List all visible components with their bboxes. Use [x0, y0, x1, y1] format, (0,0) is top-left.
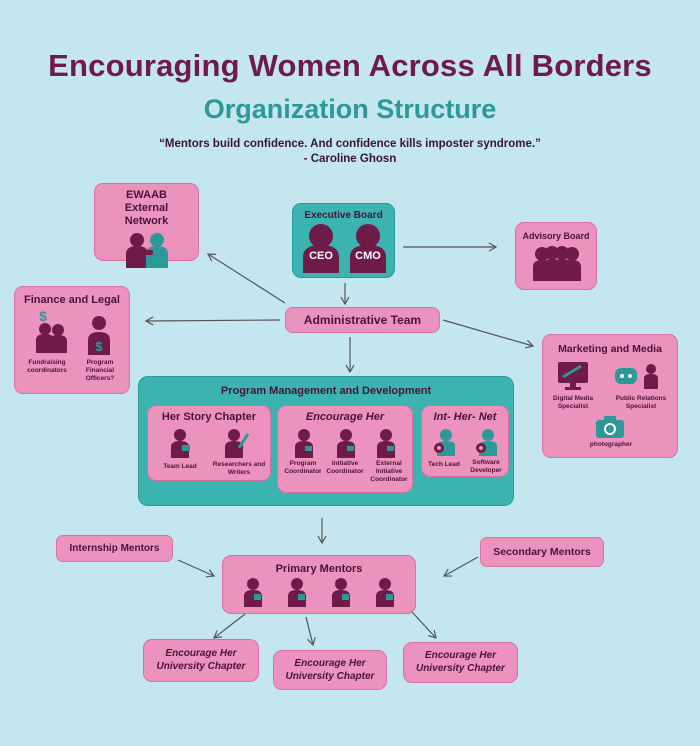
encourage-her-box: Encourage Her Program Coordinator Initia…	[277, 405, 413, 493]
initiative-coordinator-icon	[337, 429, 355, 458]
finance-legal-box: Finance and Legal $ $ Fundraising coordi…	[14, 286, 130, 394]
tech-lead-label: Tech Lead	[428, 461, 460, 468]
software-developer-label: Software Developer	[470, 459, 502, 474]
team-lead-label: Team Lead	[163, 463, 197, 470]
arrow-secondary-primary	[442, 556, 479, 577]
administrative-team-label: Administrative Team	[303, 313, 422, 327]
chapter-box-1: Encourage Her University Chapter	[143, 639, 259, 682]
external-coordinator-icon	[377, 429, 395, 458]
chapter-box-2: Encourage Her University Chapter	[273, 650, 387, 690]
external-initiative-label: External Initiative Coordinator	[370, 460, 408, 483]
researchers-label: Researchers and Writers	[212, 461, 266, 476]
arrow-admin-network	[206, 253, 286, 304]
her-story-label: Her Story Chapter	[161, 411, 257, 423]
her-story-box: Her Story Chapter Team Lead Researchers …	[147, 405, 271, 481]
initiative-coordinator-label: Initiative Coordinator	[326, 460, 364, 475]
primary-mentors-box: Primary Mentors	[222, 555, 416, 614]
chapter-text-2: Encourage Her University Chapter	[285, 658, 375, 682]
digital-media-icon	[558, 362, 588, 390]
team-lead-icon	[171, 429, 190, 458]
advisory-board-box: Advisory Board	[515, 222, 597, 290]
financial-officer-icon: $	[88, 316, 110, 355]
arrow-internship-primary	[177, 559, 216, 578]
secondary-mentors-label: Secondary Mentors	[493, 546, 591, 558]
program-management-box: Program Management and Development Her S…	[138, 376, 514, 506]
cmo-person-icon	[350, 224, 386, 273]
camera-icon	[596, 416, 624, 438]
tech-lead-icon	[434, 429, 455, 456]
arrow-primary-chapter2	[305, 616, 316, 647]
internship-mentors-label: Internship Mentors	[69, 543, 160, 554]
program-coordinator-label: Program Coordinator	[284, 460, 322, 475]
administrative-team-box: Administrative Team	[285, 307, 440, 333]
arrow-admin-marketing	[442, 319, 535, 349]
software-developer-icon	[476, 429, 497, 456]
public-relations-label: Public Relations Specialist	[615, 395, 667, 410]
chapter-label-2: Encourage Her University Chapter	[274, 657, 386, 683]
mentor-icon	[376, 578, 394, 607]
executive-board-box: Executive Board CEO CMO	[292, 203, 395, 278]
marketing-media-label: Marketing and Media	[558, 343, 662, 355]
arrow-primary-chapter3	[411, 611, 437, 639]
ceo-person-icon	[303, 224, 339, 273]
int-her-net-label: Int- Her- Net	[433, 411, 497, 423]
external-network-box: EWAAB External Network	[94, 183, 199, 268]
digital-media-label: Digital Media Specialist	[552, 395, 594, 410]
ceo-label: CEO	[309, 250, 333, 262]
mentor-figures	[223, 577, 415, 607]
network-people-icon	[126, 233, 168, 268]
program-coordinator-icon	[295, 429, 313, 458]
chapter-label-3: Encourage Her University Chapter	[404, 649, 517, 675]
program-management-label: Program Management and Development	[220, 385, 432, 397]
executive-board-label: Executive Board	[304, 210, 383, 221]
svg-text:$: $	[95, 339, 103, 354]
board-members-icon	[533, 246, 581, 281]
int-her-net-box: Int- Her- Net Tech Lead Software Develop…	[421, 405, 509, 477]
external-network-label: EWAAB External Network	[124, 189, 169, 227]
chapter-text-1: Encourage Her University Chapter	[156, 648, 246, 672]
arrow-primary-chapter1	[213, 613, 246, 639]
cmo-label: CMO	[355, 250, 381, 262]
svg-text:$: $	[39, 309, 47, 324]
arrow-admin-finance	[144, 316, 281, 326]
secondary-mentors-box: Secondary Mentors	[480, 537, 604, 567]
program-financial-label: Program Financial Officers?	[85, 359, 115, 382]
mentor-icon	[332, 578, 350, 607]
researcher-icon	[225, 429, 250, 458]
internship-mentors-box: Internship Mentors	[56, 535, 173, 562]
encourage-her-label: Encourage Her	[305, 411, 385, 423]
finance-legal-label: Finance and Legal	[24, 294, 120, 306]
fundraising-label: Fundraising coordinators	[27, 359, 67, 374]
chapter-box-3: Encourage Her University Chapter	[403, 642, 518, 683]
mentor-icon	[244, 578, 262, 607]
photographer-label: photographer	[589, 441, 633, 448]
fundraising-icon: $	[36, 309, 67, 353]
public-relations-icon	[615, 364, 658, 389]
mentor-icon	[288, 578, 306, 607]
primary-mentors-label: Primary Mentors	[275, 563, 363, 575]
chapter-text-3: Encourage Her University Chapter	[416, 650, 505, 674]
advisory-board-label: Advisory Board	[522, 231, 590, 241]
chapter-label-1: Encourage Her University Chapter	[144, 647, 258, 673]
marketing-media-box: Marketing and Media Digital Media Specia…	[542, 334, 678, 458]
executive-people: CEO CMO	[293, 221, 394, 273]
